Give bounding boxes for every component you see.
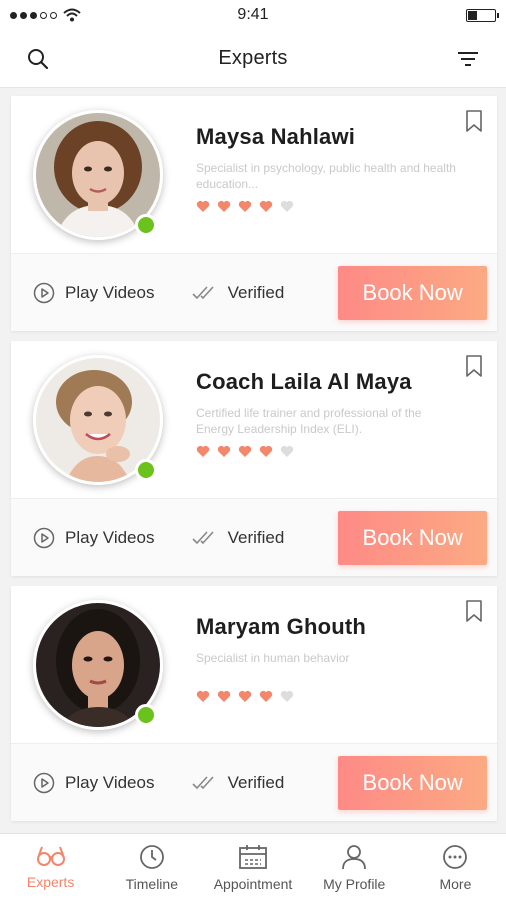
expert-description: Specialist in psychology, public health … [196,161,456,191]
play-videos-label: Play Videos [65,282,155,302]
experts-list: Maysa Nahlawi Specialist in psychology, … [11,96,497,831]
heart-icon [196,200,210,212]
tab-label: Experts [26,874,75,890]
heart-icon [259,445,273,457]
verified-status: Verified [192,283,339,303]
expert-name[interactable]: Coach Laila Al Maya [196,369,456,395]
expert-info: Coach Laila Al Maya Certified life train… [196,369,456,458]
filter-icon [458,51,478,66]
bookmark-icon[interactable] [465,600,483,622]
online-status-dot [135,704,157,726]
signal-dots-icon [10,11,57,19]
clock-icon [139,845,164,869]
expert-card-info: Maysa Nahlawi Specialist in psychology, … [11,96,497,254]
expert-card-actions: Play Videos Verified Book Now [11,499,497,576]
expert-info: Maryam Ghouth Specialist in human behavi… [196,614,456,703]
tab-label: More [439,876,472,892]
app-header: Experts [0,30,506,88]
tab-label: Appointment [213,876,293,892]
play-circle-icon [33,527,55,548]
expert-card-info: Maryam Ghouth Specialist in human behavi… [11,586,497,744]
more-icon [443,845,468,869]
rating-stars [196,200,456,213]
heart-icon [238,445,252,457]
expert-card-actions: Play Videos Verified Book Now [11,744,497,821]
avatar-wrap [33,600,163,730]
heart-icon [238,200,252,212]
status-bar: 9:41 [0,0,506,30]
battery-icon [466,8,499,22]
heart-icon [259,200,273,212]
search-button[interactable] [0,30,76,88]
tab-more[interactable]: More [405,834,506,900]
tab-timeline[interactable]: Timeline [101,834,202,900]
expert-card[interactable]: Maryam Ghouth Specialist in human behavi… [11,586,497,821]
filter-button[interactable] [430,30,506,88]
expert-name[interactable]: Maryam Ghouth [196,614,456,640]
rating-stars [196,690,456,703]
glasses-icon [36,846,65,866]
play-videos-button[interactable]: Play Videos [33,772,192,794]
calendar-icon [239,845,267,869]
expert-card[interactable]: Coach Laila Al Maya Certified life train… [11,341,497,576]
heart-icon [217,200,231,212]
tab-label: Timeline [125,876,178,892]
play-videos-button[interactable]: Play Videos [33,527,192,549]
double-check-icon [192,775,214,789]
heart-icon [217,690,231,702]
heart-icon [196,445,210,457]
tab-appointment[interactable]: Appointment [202,834,303,900]
bookmark-icon[interactable] [465,110,483,132]
tab-label: My Profile [323,876,386,892]
book-now-button[interactable]: Book Now [338,265,487,320]
heart-icon [259,690,273,702]
bottom-tab-bar: Experts Timeline Appointment My Profile [0,833,506,900]
expert-card-info: Coach Laila Al Maya Certified life train… [11,341,497,499]
book-now-button[interactable]: Book Now [338,755,487,810]
expert-card[interactable]: Maysa Nahlawi Specialist in psychology, … [11,96,497,331]
status-time: 9:41 [237,6,269,23]
online-status-dot [135,459,157,481]
verified-label: Verified [227,282,285,302]
book-now-button[interactable]: Book Now [338,510,487,565]
play-videos-button[interactable]: Play Videos [33,282,192,304]
tab-my-profile[interactable]: My Profile [304,834,405,900]
search-icon [28,48,49,69]
double-check-icon [192,285,214,299]
heart-icon [280,445,294,457]
heart-icon [196,690,210,702]
avatar-wrap [33,355,163,485]
tab-experts[interactable]: Experts [0,834,101,900]
bookmark-icon[interactable] [465,355,483,377]
heart-icon [280,690,294,702]
verified-status: Verified [192,528,339,548]
heart-icon [238,690,252,702]
online-status-dot [135,214,157,236]
status-left [10,8,180,22]
rating-stars [196,445,456,458]
play-videos-label: Play Videos [65,772,155,792]
play-videos-label: Play Videos [65,527,155,547]
verified-status: Verified [192,773,339,793]
expert-description: Certified life trainer and professional … [196,406,422,436]
expert-name[interactable]: Maysa Nahlawi [196,124,456,150]
wifi-icon [63,8,81,22]
page-title: Experts [218,47,288,69]
avatar-wrap [33,110,163,240]
verified-label: Verified [227,772,285,792]
user-icon [342,845,367,870]
expert-card-actions: Play Videos Verified Book Now [11,254,497,331]
expert-description: Specialist in human behavior [196,651,350,665]
verified-label: Verified [227,527,285,547]
double-check-icon [192,530,214,544]
heart-icon [280,200,294,212]
play-circle-icon [33,282,55,303]
status-right [326,8,499,22]
expert-info: Maysa Nahlawi Specialist in psychology, … [196,124,456,213]
play-circle-icon [33,772,55,793]
heart-icon [217,445,231,457]
